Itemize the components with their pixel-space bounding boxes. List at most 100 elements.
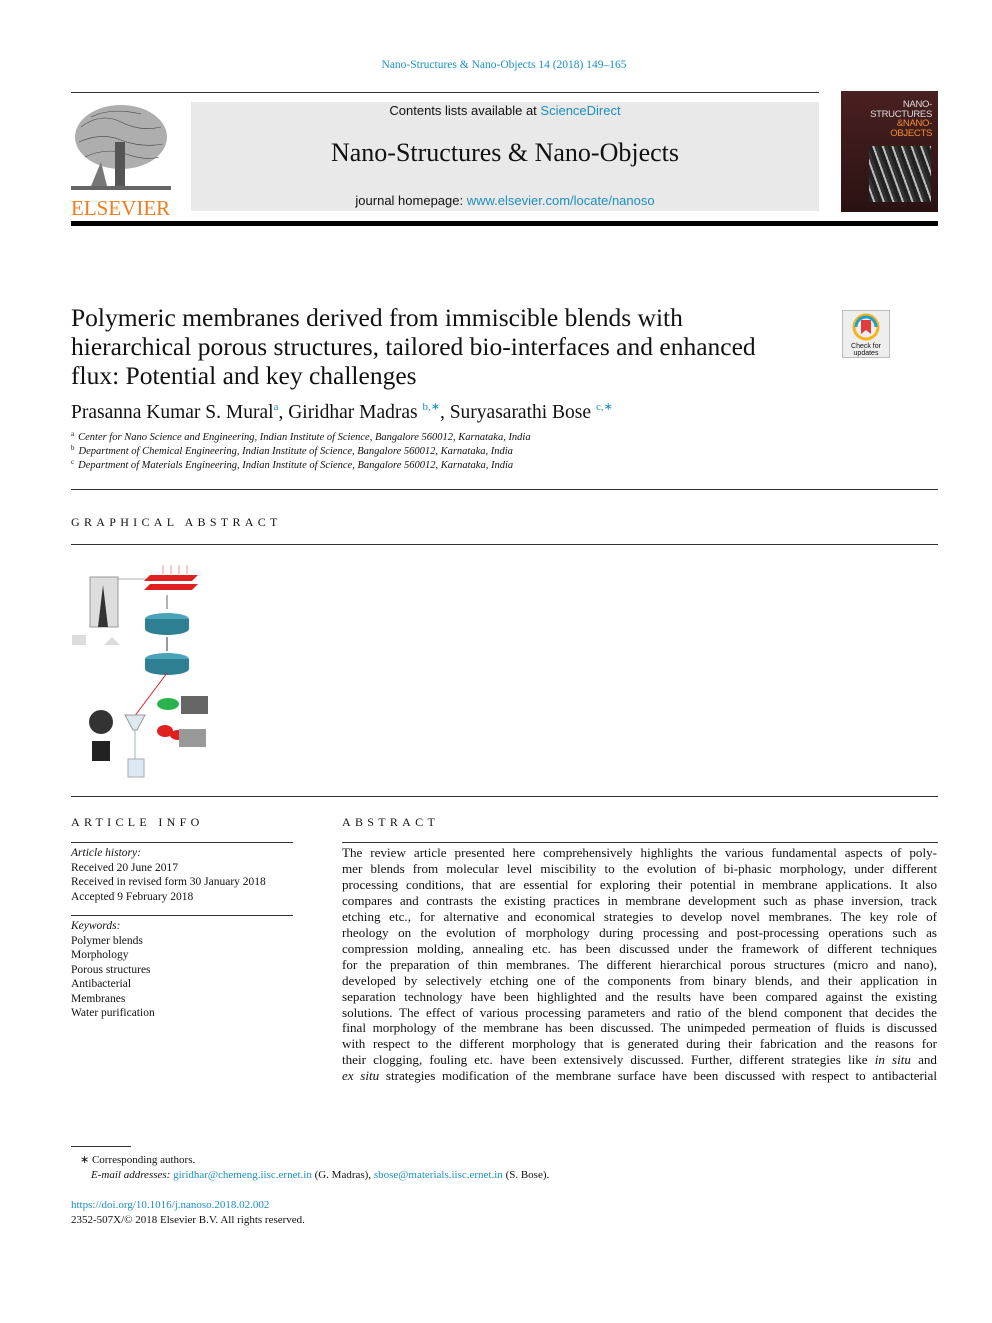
section-rule [71,544,938,545]
homepage-text: journal homepage: [355,193,467,208]
elsevier-logo[interactable]: ELSEVIER [71,102,171,219]
title-line: flux: Potential and key challenges [71,361,417,390]
author-affil-marker[interactable]: b,∗ [422,401,439,413]
abstract-text: their clogging, fouling etc. have been e… [342,1052,875,1068]
affil-text: Department of Materials Engineering, Ind… [78,460,514,471]
abstract-line: separation technology have been highligh… [342,989,937,1005]
abstract-text: etching etc., for alternative and econom… [342,908,937,924]
elsevier-wordmark: ELSEVIER [71,196,171,220]
abstract-line: final morphology of the membrane has bee… [342,1020,937,1036]
abstract-text: compares and contrasts the existing prac… [342,892,937,908]
contents-text: Contents lists available at [389,103,541,118]
affil-text: Center for Nano Science and Engineering,… [78,432,531,443]
abstract-text: The review article presented here compre… [342,845,937,860]
abstract-text: mer blends from molecular level miscibil… [342,860,937,876]
abstract-line: solutions. The effect of various process… [342,1005,937,1021]
footnotes: ∗ Corresponding authors. E-mail addresse… [80,1153,549,1182]
abstract-line: The review article presented here compre… [342,845,937,861]
keyword: Polymer blends [71,934,143,947]
abstract-text: strategies modification of the membrane … [379,1068,937,1084]
abstract-text: in situ [874,1052,911,1068]
graphical-abstract-figure[interactable] [68,565,213,780]
abstract-text: separation technology have been highligh… [342,988,937,1004]
keywords: Keywords: Polymer blends Morphology Poro… [71,919,155,1021]
keyword: Water purification [71,1007,155,1019]
contents-line: Contents lists available at ScienceDirec… [191,103,819,118]
article-info-heading: ARTICLE INFO [71,815,204,829]
affiliation: a Center for Nano Science and Engineering… [71,430,531,443]
check-for-updates-button[interactable]: Check for updates [842,310,890,358]
affiliation: b Department of Chemical Engineering, Ind… [71,444,513,457]
affil-key: a [71,430,75,438]
header-thick-rule [71,221,938,226]
author-list: Prasanna Kumar S. Murala, Giridhar Madra… [71,401,613,423]
abstract-text: ex situ [342,1068,380,1084]
email-link[interactable]: sbose@materials.iisc.ernet.in [374,1169,503,1181]
journal-citation[interactable]: Nano-Structures & Nano-Objects 14 (2018)… [0,59,992,71]
doi-link[interactable]: https://doi.org/10.1016/j.nanoso.2018.02… [71,1198,305,1213]
history-item: Received in revised form 30 January 2018 [71,876,266,888]
author-name[interactable]: Prasanna Kumar S. Mural [71,402,274,423]
email-owner: (G. Madras), [311,1168,374,1181]
author-name[interactable]: Giridhar Madras [288,402,417,423]
membrane-3d-icon [92,741,110,761]
keyword: Morphology [71,949,129,961]
keyword: Porous structures [71,963,151,976]
cover-image [869,146,931,202]
history-label: Article history: [71,847,141,859]
abstract-text: processing conditions, that are essentia… [342,876,937,892]
polymer-pellets-icon [72,635,86,645]
footnote-rule [71,1146,131,1147]
journal-cover[interactable]: NANO- STRUCTURES &NANO- OBJECTS [841,91,938,212]
bookmark-icon [852,313,880,341]
author-affil-marker[interactable]: a [274,401,279,413]
check-updates-text: Check for [851,343,881,350]
check-updates-text: updates [853,350,879,357]
abstract-line: developed by selectively etching one of … [342,973,937,989]
email-label: E-mail addresses: [91,1168,171,1181]
author-name[interactable]: Suryasarathi Bose [450,402,591,423]
abstract-line: etching etc., for alternative and econom… [342,909,937,925]
abstract-text: final morphology of the membrane has bee… [342,1020,937,1036]
abstract-line: mer blends from molecular level miscibil… [342,861,937,877]
author-affil-marker[interactable]: c,∗ [596,401,613,413]
abstract-line: their clogging, fouling etc. have been e… [342,1052,937,1068]
history-item: Received 20 June 2017 [71,861,178,874]
homepage-link[interactable]: www.elsevier.com/locate/nanoso [467,193,655,208]
graphical-abstract-heading: GRAPHICAL ABSTRACT [71,515,282,529]
article-title: Polymeric membranes derived from immisci… [71,303,811,390]
affiliation: c Department of Materials Engineering, In… [71,458,513,471]
journal-title: Nano-Structures & Nano-Objects [330,138,680,167]
section-rule [71,489,938,490]
email-link[interactable]: giridhar@chemeng.iisc.ernet.in [173,1169,312,1181]
filter-funnel-icon [124,714,146,731]
affil-text: Department of Chemical Engineering, Indi… [78,446,513,457]
abstract-text: developed by selectively etching one of … [342,972,937,988]
sciencedirect-link[interactable]: ScienceDirect [540,103,620,118]
purified-water-icon [127,758,145,778]
email-owner: (S. Bose). [502,1168,550,1181]
polymer-powder-icon [104,637,120,645]
info-rule [71,842,293,843]
sem-image-green [181,696,208,714]
abstract-text: for the preparation of thin membranes. T… [342,956,937,972]
abstract-text: solutions. The effect of various process… [342,1004,937,1020]
article-page: Nano-Structures & Nano-Objects 14 (2018)… [0,0,992,1323]
abstract-line: rheology on the evolution of morphology … [342,925,937,941]
abstract-line: ex situ strategies modification of the m… [342,1068,937,1084]
abstract-text: compression molding, annealing etc. has … [342,940,937,956]
abstract-body: The review article presented here compre… [342,845,937,1084]
info-rule [71,915,293,916]
title-line: Polymeric membranes derived from immisci… [71,303,683,332]
cover-title: NANO- STRUCTURES &NANO- OBJECTS [870,100,932,138]
elsevier-tree-icon [71,105,171,190]
sem-micrograph-icon [89,710,113,734]
mold-plate-top [144,575,198,581]
star-marker: ∗ [80,1154,90,1166]
bacteria-green-icon [157,698,179,710]
cover-line: OBJECTS [890,127,932,139]
abstract-line: processing conditions, that are essentia… [342,877,937,893]
history-item: Accepted 9 February 2018 [71,890,194,903]
affil-key: b [71,444,75,452]
affil-key: c [71,458,75,466]
